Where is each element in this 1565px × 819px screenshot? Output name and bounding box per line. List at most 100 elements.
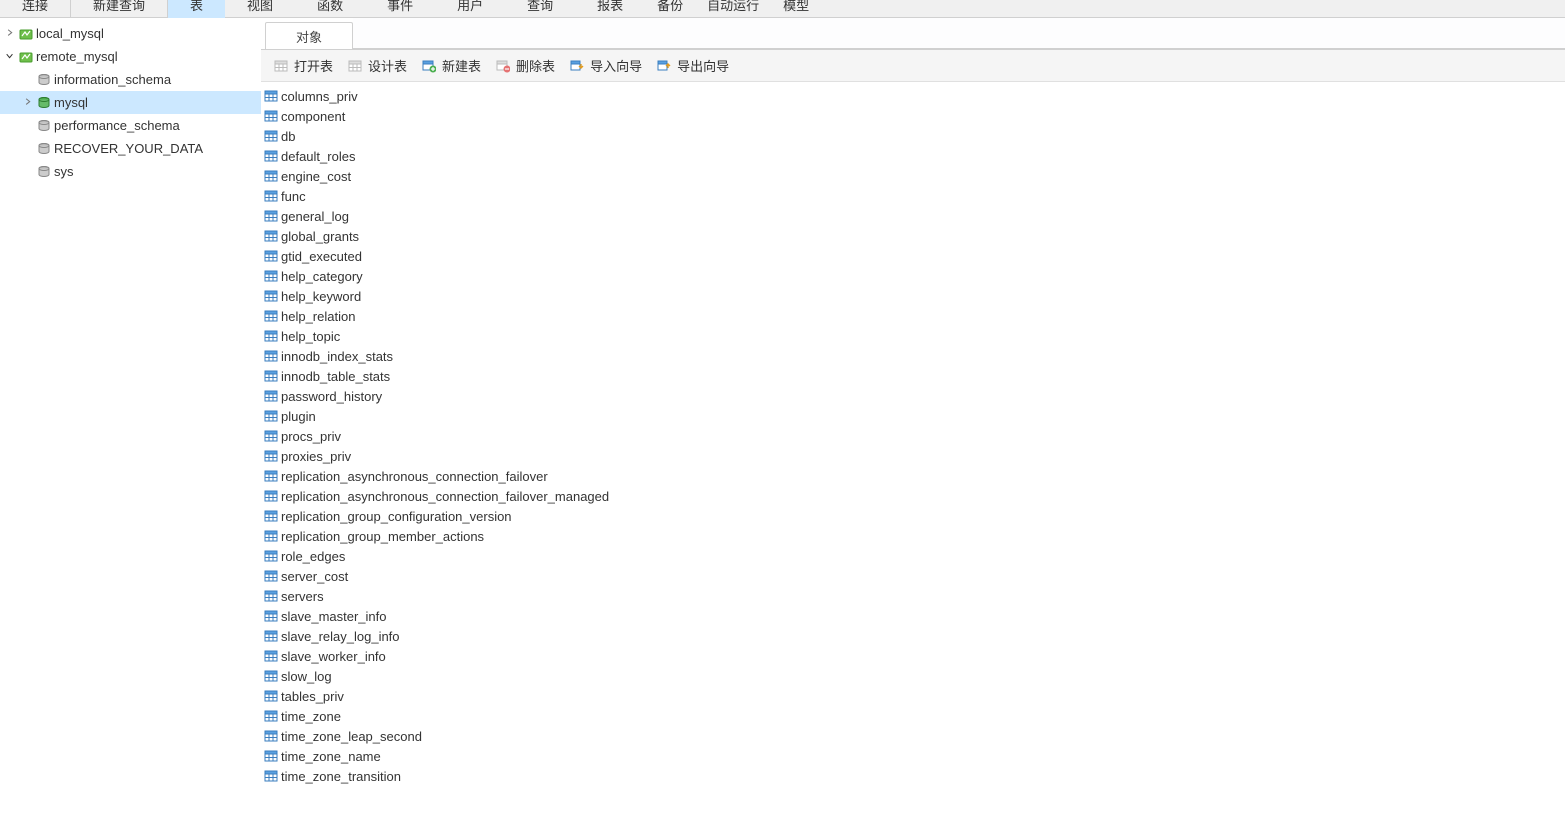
tab-对象[interactable]: 对象 — [265, 22, 353, 49]
table-row[interactable]: replication_group_member_actions — [261, 526, 1565, 546]
toolbar-label: 删除表 — [516, 56, 555, 75]
table-row[interactable]: time_zone_transition — [261, 766, 1565, 786]
tree-item-label: performance_schema — [54, 118, 180, 133]
table-name: proxies_priv — [281, 449, 351, 464]
connection-local_mysql[interactable]: local_mysql — [0, 22, 261, 45]
table-row[interactable]: help_category — [261, 266, 1565, 286]
connection-icon — [18, 49, 34, 65]
table-icon — [263, 108, 279, 124]
table-row[interactable]: slave_worker_info — [261, 646, 1565, 666]
top-menu-表[interactable]: 表 — [168, 0, 225, 18]
toolbar-label: 打开表 — [294, 56, 333, 75]
connection-tree[interactable]: local_mysql remote_mysql information_schem… — [0, 18, 261, 819]
table-row[interactable]: innodb_index_stats — [261, 346, 1565, 366]
table-name: help_keyword — [281, 289, 361, 304]
table-name: component — [281, 109, 345, 124]
table-row[interactable]: gtid_executed — [261, 246, 1565, 266]
table-row[interactable]: replication_group_configuration_version — [261, 506, 1565, 526]
import-icon — [569, 58, 585, 74]
database-RECOVER_YOUR_DATA[interactable]: RECOVER_YOUR_DATA — [0, 137, 261, 160]
table-row[interactable]: global_grants — [261, 226, 1565, 246]
table-row[interactable]: replication_asynchronous_connection_fail… — [261, 486, 1565, 506]
toolbar-new-table-button[interactable]: 新建表 — [415, 54, 487, 77]
table-row[interactable]: servers — [261, 586, 1565, 606]
chevron-right-icon[interactable] — [22, 98, 36, 108]
tab-bar: 对象 — [261, 18, 1565, 50]
toolbar-export-button[interactable]: 导出向导 — [650, 54, 735, 77]
chevron-right-icon[interactable] — [4, 29, 18, 39]
table-row[interactable]: procs_priv — [261, 426, 1565, 446]
top-menu-备份[interactable]: 备份 — [645, 0, 695, 18]
top-menu-函数[interactable]: 函数 — [295, 0, 365, 18]
database-performance_schema[interactable]: performance_schema — [0, 114, 261, 137]
table-row[interactable]: component — [261, 106, 1565, 126]
database-icon — [36, 95, 52, 111]
table-icon — [273, 58, 289, 74]
table-list[interactable]: columns_priv component db default_rolesengi… — [261, 82, 1565, 819]
table-icon — [263, 748, 279, 764]
table-icon — [263, 308, 279, 324]
table-row[interactable]: engine_cost — [261, 166, 1565, 186]
top-menu-连接[interactable]: 连接 — [0, 0, 70, 18]
table-row[interactable]: columns_priv — [261, 86, 1565, 106]
toolbar-label: 导入向导 — [590, 56, 642, 75]
top-menu-模型[interactable]: 模型 — [771, 0, 821, 18]
table-row[interactable]: proxies_priv — [261, 446, 1565, 466]
table-row[interactable]: help_keyword — [261, 286, 1565, 306]
export-icon — [656, 58, 672, 74]
top-menu-事件[interactable]: 事件 — [365, 0, 435, 18]
tree-item-label: RECOVER_YOUR_DATA — [54, 141, 203, 156]
table-row[interactable]: password_history — [261, 386, 1565, 406]
top-menu-用户[interactable]: 用户 — [435, 0, 505, 18]
table-icon — [263, 728, 279, 744]
toolbar-table-button: 打开表 — [267, 54, 339, 77]
table-name: replication_group_member_actions — [281, 529, 484, 544]
top-menu-查询[interactable]: 查询 — [505, 0, 575, 18]
table-row[interactable]: role_edges — [261, 546, 1565, 566]
table-row[interactable]: help_topic — [261, 326, 1565, 346]
top-menu-报表[interactable]: 报表 — [575, 0, 645, 18]
table-row[interactable]: time_zone — [261, 706, 1565, 726]
table-name: help_category — [281, 269, 363, 284]
table-name: slave_worker_info — [281, 649, 386, 664]
table-row[interactable]: general_log — [261, 206, 1565, 226]
table-row[interactable]: default_roles — [261, 146, 1565, 166]
table-name: replication_group_configuration_version — [281, 509, 512, 524]
table-name: time_zone_leap_second — [281, 729, 422, 744]
table-row[interactable]: replication_asynchronous_connection_fail… — [261, 466, 1565, 486]
toolbar-delete-button: 删除表 — [489, 54, 561, 77]
table-row[interactable]: innodb_table_stats — [261, 366, 1565, 386]
table-row[interactable]: tables_priv — [261, 686, 1565, 706]
table-icon — [263, 328, 279, 344]
top-menu-视图[interactable]: 视图 — [225, 0, 295, 18]
table-icon — [263, 588, 279, 604]
table-row[interactable]: time_zone_name — [261, 746, 1565, 766]
table-icon — [263, 148, 279, 164]
table-row[interactable]: server_cost — [261, 566, 1565, 586]
database-sys[interactable]: sys — [0, 160, 261, 183]
table-name: slow_log — [281, 669, 332, 684]
table-row[interactable]: slow_log — [261, 666, 1565, 686]
table-row[interactable]: help_relation — [261, 306, 1565, 326]
chevron-down-icon[interactable] — [4, 52, 18, 62]
table-icon — [263, 368, 279, 384]
table-row[interactable]: db — [261, 126, 1565, 146]
database-information_schema[interactable]: information_schema — [0, 68, 261, 91]
top-menu-新建查询[interactable]: 新建查询 — [71, 0, 167, 18]
table-icon — [263, 548, 279, 564]
connection-remote_mysql[interactable]: remote_mysql — [0, 45, 261, 68]
table-row[interactable]: slave_master_info — [261, 606, 1565, 626]
table-icon — [263, 708, 279, 724]
table-name: replication_asynchronous_connection_fail… — [281, 489, 609, 504]
database-mysql[interactable]: mysql — [0, 91, 261, 114]
database-icon — [36, 72, 52, 88]
table-row[interactable]: time_zone_leap_second — [261, 726, 1565, 746]
table-row[interactable]: func — [261, 186, 1565, 206]
table-name: default_roles — [281, 149, 355, 164]
table-row[interactable]: slave_relay_log_info — [261, 626, 1565, 646]
top-menu-自动运行[interactable]: 自动运行 — [695, 0, 771, 18]
tree-item-label: remote_mysql — [36, 49, 118, 64]
tree-item-label: mysql — [54, 95, 88, 110]
table-row[interactable]: plugin — [261, 406, 1565, 426]
toolbar-import-button[interactable]: 导入向导 — [563, 54, 648, 77]
